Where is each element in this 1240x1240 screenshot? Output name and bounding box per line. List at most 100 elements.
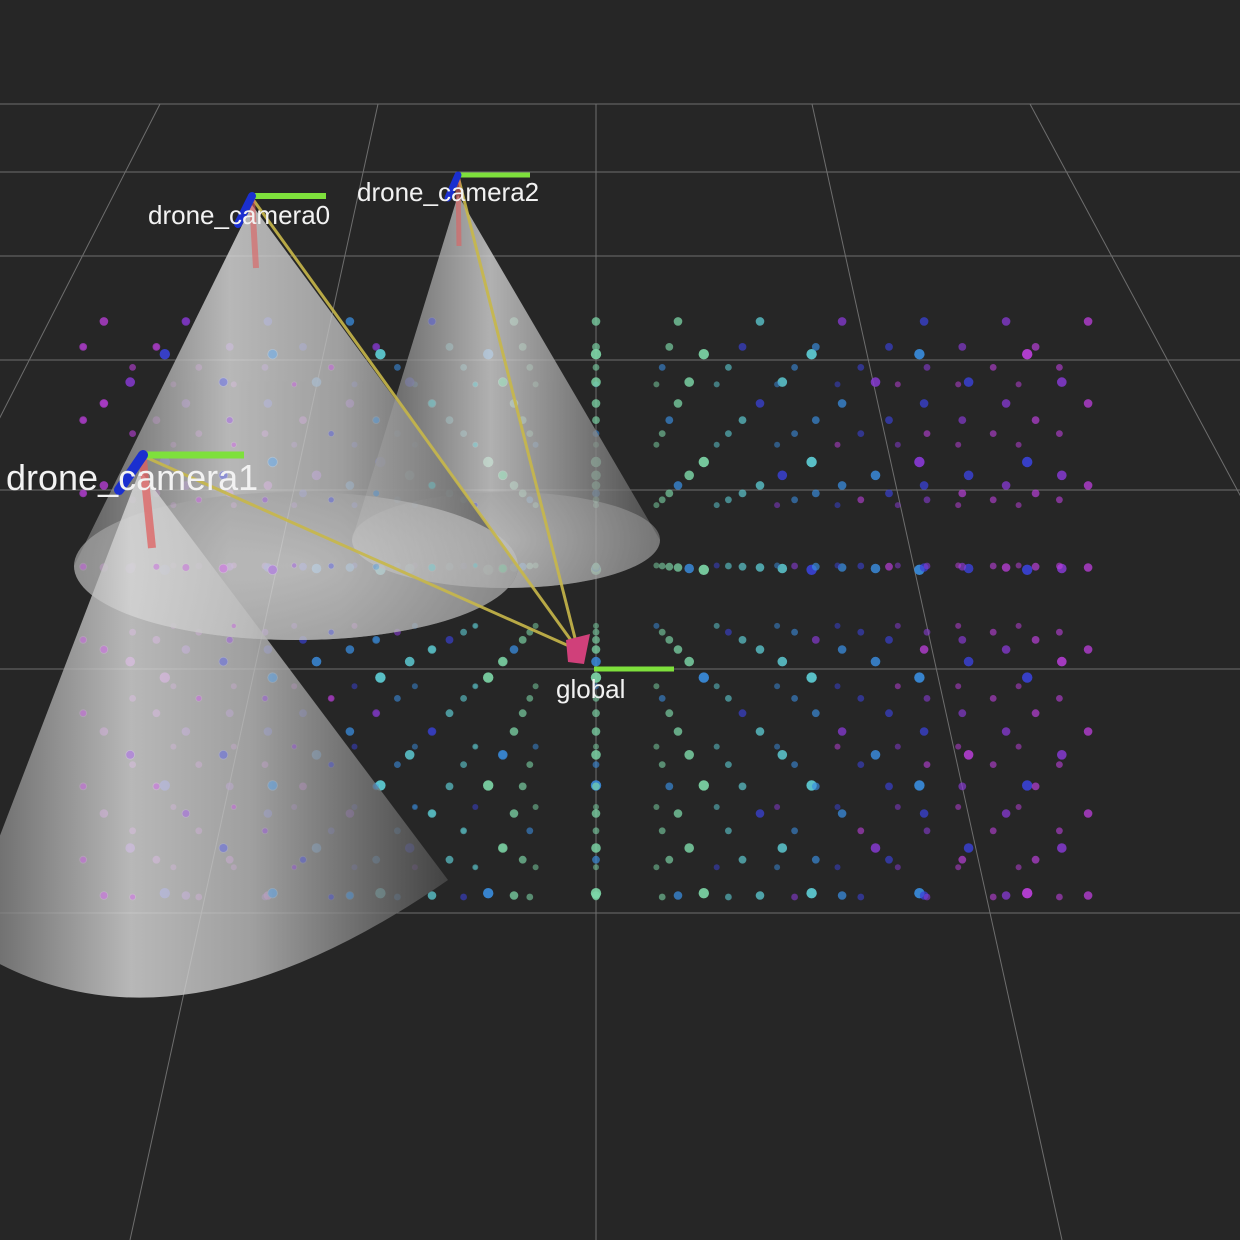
cloud-point [591, 750, 601, 760]
cloud-point [445, 782, 454, 791]
cloud-point [182, 564, 190, 571]
cloud-point [665, 709, 674, 718]
cloud-point [473, 684, 478, 689]
cloud-point [346, 892, 354, 899]
cloud-point [698, 672, 709, 683]
cloud-point [870, 563, 881, 574]
cloud-point [483, 672, 494, 683]
cloud-point [345, 727, 355, 736]
cloud-point [837, 317, 847, 326]
cloud-point [592, 855, 600, 864]
cloud-point [698, 780, 709, 791]
cloud-point [375, 672, 386, 683]
scene-canvas[interactable]: drone_camera0 drone_camera2 drone_camera… [0, 0, 1240, 1240]
cloud-point [738, 782, 747, 791]
cloud-point [837, 891, 847, 900]
cloud-point [80, 563, 87, 570]
cloud-point [665, 562, 674, 571]
cloud-point [404, 750, 415, 760]
cloud-point [373, 490, 380, 497]
cloud-point [955, 864, 962, 871]
cloud-point [923, 430, 931, 437]
cloud-point [725, 364, 732, 371]
cloud-point [834, 804, 841, 810]
cloud-point [923, 496, 931, 504]
cloud-point [857, 562, 865, 570]
cloud-point [526, 827, 534, 835]
cloud-point [1056, 827, 1063, 835]
cloud-point [1031, 709, 1040, 718]
cloud-point [673, 891, 683, 900]
cloud-point [268, 888, 277, 898]
cloud-point [328, 563, 334, 569]
cloud-point [725, 562, 732, 570]
global-axes-icon [566, 634, 674, 672]
cloud-point [857, 827, 865, 835]
cloud-point [1001, 891, 1011, 900]
cloud-point [498, 844, 507, 852]
cloud-point [923, 761, 931, 768]
cloud-point [80, 343, 87, 350]
cloud-point [153, 783, 160, 790]
cloud-point [806, 672, 817, 683]
cloud-point [684, 843, 694, 853]
cloud-point [498, 564, 507, 573]
cloud-point [914, 456, 925, 468]
cloud-point [593, 864, 599, 871]
cloud-point [153, 563, 160, 570]
cloud-point [345, 317, 355, 326]
cloud-point [774, 804, 781, 810]
cloud-point [472, 804, 479, 810]
cloud-point [483, 888, 494, 899]
cloud-point [262, 497, 268, 503]
cloud-point [857, 761, 865, 768]
cloud-point [791, 496, 798, 504]
cloud-point [684, 563, 694, 574]
cloud-point [791, 628, 798, 636]
cloud-point [219, 378, 228, 387]
cloud-point [725, 430, 732, 437]
cloud-point [394, 761, 401, 768]
cloud-point [955, 441, 962, 448]
cloud-point [1015, 502, 1022, 509]
cloud-point [526, 893, 534, 901]
cloud-point [870, 470, 881, 481]
cloud-point [894, 864, 901, 871]
cloud-point [806, 456, 817, 468]
cloud-point [509, 727, 519, 736]
cloud-point [665, 855, 674, 864]
cloud-point [958, 636, 967, 644]
cloud-point [658, 562, 666, 570]
cloud-point [698, 564, 709, 575]
cloud-point [373, 636, 380, 643]
cloud-point [262, 695, 268, 702]
cloud-point [591, 809, 601, 818]
cloud-point [1015, 381, 1022, 388]
cloud-point [592, 893, 600, 901]
cloud-point [532, 683, 539, 690]
cloud-point [713, 804, 720, 810]
cloud-point [592, 364, 600, 371]
cloud-point [857, 364, 865, 371]
3d-viewport[interactable]: drone_camera0 drone_camera2 drone_camera… [0, 0, 1240, 1240]
cloud-point [738, 489, 747, 498]
cloud-point [811, 489, 820, 498]
cloud-point [1015, 743, 1022, 750]
cloud-point [658, 430, 666, 437]
cloud-point [509, 645, 519, 654]
cloud-point [658, 893, 666, 901]
cloud-point [989, 695, 997, 702]
cloud-point [428, 646, 436, 653]
cloud-point [914, 672, 925, 683]
cloud-point [1083, 645, 1093, 654]
cloud-point [1021, 672, 1033, 683]
cloud-point [989, 628, 997, 636]
cloud-point [219, 564, 228, 573]
cloud-point [791, 430, 798, 437]
cloud-point [963, 656, 974, 667]
cloud-point [473, 623, 478, 629]
cloud-point [837, 645, 847, 654]
cloud-point [963, 377, 974, 387]
cloud-point [673, 399, 683, 408]
cloud-point [885, 782, 893, 791]
